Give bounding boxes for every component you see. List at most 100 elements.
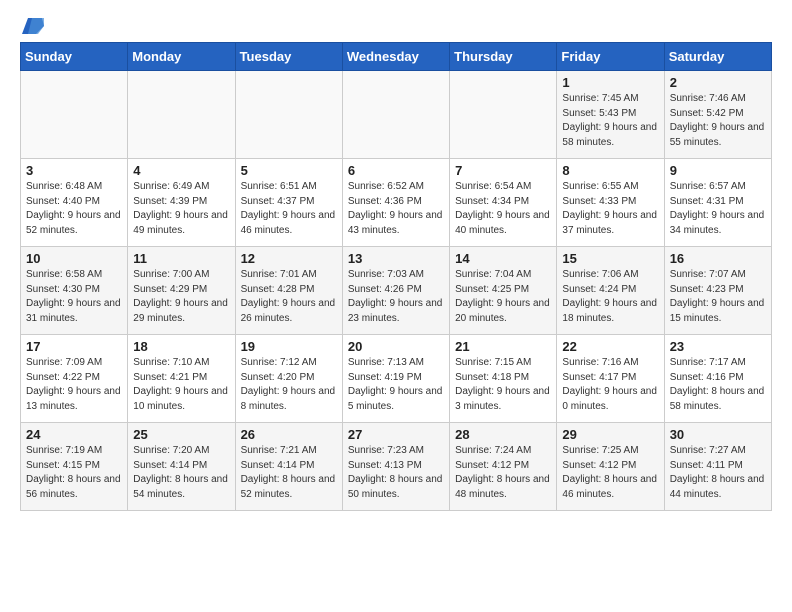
table-row: 2 Sunrise: 7:46 AM Sunset: 5:42 PM Daylig… [664, 71, 771, 159]
col-sunday: Sunday [21, 43, 128, 71]
day-number: 19 [241, 339, 337, 354]
day-number: 29 [562, 427, 658, 442]
day-number: 11 [133, 251, 229, 266]
day-info: Sunrise: 7:03 AM Sunset: 4:26 PM Dayligh… [348, 268, 444, 326]
table-row: 11 Sunrise: 7:00 AM Sunset: 4:29 PM Dayli… [128, 247, 235, 335]
day-info: Sunrise: 7:16 AM Sunset: 4:17 PM Dayligh… [562, 356, 658, 414]
table-row [128, 71, 235, 159]
day-info: Sunrise: 6:49 AM Sunset: 4:39 PM Dayligh… [133, 180, 229, 238]
table-row: 30 Sunrise: 7:27 AM Sunset: 4:11 PM Dayli… [664, 423, 771, 511]
table-row [21, 71, 128, 159]
day-number: 8 [562, 163, 658, 178]
table-row: 16Sunrise: 7:07 AM Sunset: 4:23 PM Dayli… [664, 247, 771, 335]
day-info: Sunrise: 6:54 AM Sunset: 4:34 PM Dayligh… [455, 180, 551, 238]
calendar-week-row: 17 Sunrise: 7:09 AM Sunset: 4:22 PM Dayli… [21, 335, 772, 423]
day-number: 21 [455, 339, 551, 354]
day-number: 1 [562, 75, 658, 90]
day-info: Sunrise: 7:06 AM Sunset: 4:24 PM Dayligh… [562, 268, 658, 326]
day-number: 15 [562, 251, 658, 266]
day-info: Sunrise: 7:10 AM Sunset: 4:21 PM Dayligh… [133, 356, 229, 414]
table-row: 24Sunrise: 7:19 AM Sunset: 4:15 PM Dayli… [21, 423, 128, 511]
day-number: 27 [348, 427, 444, 442]
table-row: 12 Sunrise: 7:01 AM Sunset: 4:28 PM Dayli… [235, 247, 342, 335]
day-info: Sunrise: 7:13 AM Sunset: 4:19 PM Dayligh… [348, 356, 444, 414]
table-row: 10Sunrise: 6:58 AM Sunset: 4:30 PM Dayli… [21, 247, 128, 335]
table-row: 7Sunrise: 6:54 AM Sunset: 4:34 PM Daylig… [450, 159, 557, 247]
day-info: Sunrise: 6:51 AM Sunset: 4:37 PM Dayligh… [241, 180, 337, 238]
day-info: Sunrise: 7:01 AM Sunset: 4:28 PM Dayligh… [241, 268, 337, 326]
day-number: 10 [26, 251, 122, 266]
day-number: 23 [670, 339, 766, 354]
table-row: 23 Sunrise: 7:17 AM Sunset: 4:16 PM Dayli… [664, 335, 771, 423]
day-info: Sunrise: 7:21 AM Sunset: 4:14 PM Dayligh… [241, 444, 337, 502]
col-friday: Friday [557, 43, 664, 71]
day-number: 26 [241, 427, 337, 442]
table-row: 13 Sunrise: 7:03 AM Sunset: 4:26 PM Dayli… [342, 247, 449, 335]
day-number: 13 [348, 251, 444, 266]
day-number: 24 [26, 427, 122, 442]
day-number: 18 [133, 339, 229, 354]
table-row: 29Sunrise: 7:25 AM Sunset: 4:12 PM Dayli… [557, 423, 664, 511]
table-row: 25Sunrise: 7:20 AM Sunset: 4:14 PM Dayli… [128, 423, 235, 511]
table-row: 8 Sunrise: 6:55 AM Sunset: 4:33 PM Daylig… [557, 159, 664, 247]
calendar-week-row: 24Sunrise: 7:19 AM Sunset: 4:15 PM Dayli… [21, 423, 772, 511]
table-row: 19 Sunrise: 7:12 AM Sunset: 4:20 PM Dayli… [235, 335, 342, 423]
table-row [235, 71, 342, 159]
day-info: Sunrise: 7:07 AM Sunset: 4:23 PM Dayligh… [670, 268, 766, 326]
day-info: Sunrise: 7:09 AM Sunset: 4:22 PM Dayligh… [26, 356, 122, 414]
calendar-header-row: Sunday Monday Tuesday Wednesday Thursday… [21, 43, 772, 71]
day-number: 4 [133, 163, 229, 178]
col-thursday: Thursday [450, 43, 557, 71]
day-number: 3 [26, 163, 122, 178]
day-info: Sunrise: 6:52 AM Sunset: 4:36 PM Dayligh… [348, 180, 444, 238]
day-number: 28 [455, 427, 551, 442]
day-info: Sunrise: 7:12 AM Sunset: 4:20 PM Dayligh… [241, 356, 337, 414]
table-row: 18 Sunrise: 7:10 AM Sunset: 4:21 PM Dayli… [128, 335, 235, 423]
day-info: Sunrise: 7:23 AM Sunset: 4:13 PM Dayligh… [348, 444, 444, 502]
col-saturday: Saturday [664, 43, 771, 71]
day-info: Sunrise: 7:04 AM Sunset: 4:25 PM Dayligh… [455, 268, 551, 326]
day-info: Sunrise: 7:17 AM Sunset: 4:16 PM Dayligh… [670, 356, 766, 414]
table-row: 5 Sunrise: 6:51 AM Sunset: 4:37 PM Daylig… [235, 159, 342, 247]
day-number: 12 [241, 251, 337, 266]
day-info: Sunrise: 7:24 AM Sunset: 4:12 PM Dayligh… [455, 444, 551, 502]
table-row: 14 Sunrise: 7:04 AM Sunset: 4:25 PM Dayli… [450, 247, 557, 335]
table-row: 17 Sunrise: 7:09 AM Sunset: 4:22 PM Dayli… [21, 335, 128, 423]
table-row: 6Sunrise: 6:52 AM Sunset: 4:36 PM Daylig… [342, 159, 449, 247]
logo [20, 16, 44, 32]
table-row: 22Sunrise: 7:16 AM Sunset: 4:17 PM Dayli… [557, 335, 664, 423]
day-info: Sunrise: 6:48 AM Sunset: 4:40 PM Dayligh… [26, 180, 122, 238]
day-info: Sunrise: 6:57 AM Sunset: 4:31 PM Dayligh… [670, 180, 766, 238]
table-row: 28 Sunrise: 7:24 AM Sunset: 4:12 PM Dayli… [450, 423, 557, 511]
day-number: 9 [670, 163, 766, 178]
day-number: 14 [455, 251, 551, 266]
day-number: 17 [26, 339, 122, 354]
logo-icon [22, 16, 44, 34]
col-wednesday: Wednesday [342, 43, 449, 71]
page: Sunday Monday Tuesday Wednesday Thursday… [0, 0, 792, 612]
day-info: Sunrise: 7:27 AM Sunset: 4:11 PM Dayligh… [670, 444, 766, 502]
table-row [450, 71, 557, 159]
day-number: 5 [241, 163, 337, 178]
day-info: Sunrise: 7:46 AM Sunset: 5:42 PM Dayligh… [670, 92, 766, 150]
day-number: 30 [670, 427, 766, 442]
calendar-week-row: 3 Sunrise: 6:48 AM Sunset: 4:40 PM Daylig… [21, 159, 772, 247]
calendar: Sunday Monday Tuesday Wednesday Thursday… [20, 42, 772, 511]
col-tuesday: Tuesday [235, 43, 342, 71]
table-row: 4 Sunrise: 6:49 AM Sunset: 4:39 PM Daylig… [128, 159, 235, 247]
day-info: Sunrise: 7:20 AM Sunset: 4:14 PM Dayligh… [133, 444, 229, 502]
day-number: 2 [670, 75, 766, 90]
day-number: 20 [348, 339, 444, 354]
day-info: Sunrise: 6:55 AM Sunset: 4:33 PM Dayligh… [562, 180, 658, 238]
header [20, 16, 772, 32]
calendar-week-row: 10Sunrise: 6:58 AM Sunset: 4:30 PM Dayli… [21, 247, 772, 335]
day-info: Sunrise: 7:00 AM Sunset: 4:29 PM Dayligh… [133, 268, 229, 326]
calendar-week-row: 1 Sunrise: 7:45 AM Sunset: 5:43 PM Daylig… [21, 71, 772, 159]
day-info: Sunrise: 7:45 AM Sunset: 5:43 PM Dayligh… [562, 92, 658, 150]
table-row: 15 Sunrise: 7:06 AM Sunset: 4:24 PM Dayli… [557, 247, 664, 335]
table-row: 27 Sunrise: 7:23 AM Sunset: 4:13 PM Dayli… [342, 423, 449, 511]
table-row: 9 Sunrise: 6:57 AM Sunset: 4:31 PM Daylig… [664, 159, 771, 247]
table-row: 21 Sunrise: 7:15 AM Sunset: 4:18 PM Dayli… [450, 335, 557, 423]
day-info: Sunrise: 7:15 AM Sunset: 4:18 PM Dayligh… [455, 356, 551, 414]
col-monday: Monday [128, 43, 235, 71]
